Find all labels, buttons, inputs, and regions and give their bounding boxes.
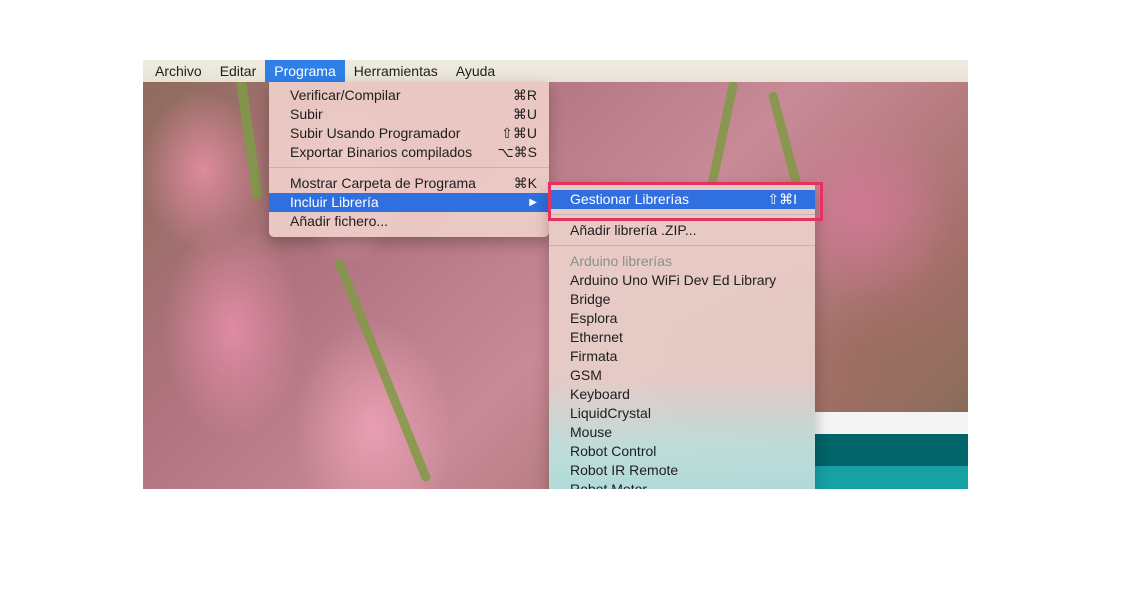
menu-item-subir[interactable]: Subir ⌘U [269, 105, 549, 124]
background-stem [333, 257, 432, 483]
ide-toolbar [815, 466, 968, 489]
library-item[interactable]: Robot Control [549, 442, 815, 461]
incluir-libreria-submenu: Gestionar Librerías ⇧⌘I Añadir librería … [549, 184, 815, 489]
shortcut-label: ⌘K [513, 175, 537, 191]
menu-item-anadir-zip[interactable]: Añadir librería .ZIP... [549, 221, 815, 240]
library-item[interactable]: LiquidCrystal [549, 404, 815, 423]
shortcut-label: ⌥⌘S [497, 144, 537, 160]
menu-item-label: Subir Usando Programador [290, 125, 461, 141]
menu-programa[interactable]: Programa [265, 60, 345, 82]
menu-item-anadir-fichero[interactable]: Añadir fichero... [269, 212, 549, 231]
menu-item-subir-programador[interactable]: Subir Usando Programador ⇧⌘U [269, 124, 549, 143]
library-item[interactable]: Bridge [549, 290, 815, 309]
menu-item-label: Verificar/Compilar [290, 87, 401, 103]
menu-item-label: Exportar Binarios compilados [290, 144, 473, 160]
shortcut-label: ⌘U [512, 106, 537, 122]
menu-ayuda[interactable]: Ayuda [447, 60, 504, 82]
menu-separator [269, 167, 549, 168]
library-item[interactable]: Mouse [549, 423, 815, 442]
library-item[interactable]: Robot IR Remote [549, 461, 815, 480]
menu-separator [549, 245, 815, 246]
menu-archivo[interactable]: Archivo [143, 60, 211, 82]
menu-editar[interactable]: Editar [211, 60, 266, 82]
library-item[interactable]: Robot Motor [549, 480, 815, 489]
menu-item-label: Añadir fichero... [290, 213, 389, 229]
menu-item-exportar[interactable]: Exportar Binarios compilados ⌥⌘S [269, 143, 549, 162]
library-item[interactable]: Keyboard [549, 385, 815, 404]
menu-item-label: Mostrar Carpeta de Programa [290, 175, 476, 191]
menu-herramientas[interactable]: Herramientas [345, 60, 447, 82]
background-stem [706, 80, 739, 190]
screenshot-frame: Archivo Editar Programa Herramientas Ayu… [143, 60, 968, 489]
menu-item-mostrar-carpeta[interactable]: Mostrar Carpeta de Programa ⌘K [269, 174, 549, 193]
library-item[interactable]: Esplora [549, 309, 815, 328]
submenu-arrow-icon: ▶ [529, 197, 537, 208]
ide-toolbar-dark [815, 434, 968, 466]
menu-item-label: Subir [290, 106, 323, 122]
menu-item-label: Añadir librería .ZIP... [570, 222, 697, 238]
programa-menu: Verificar/Compilar ⌘R Subir ⌘U Subir Usa… [269, 82, 549, 237]
menu-section-header: Arduino librerías [570, 253, 672, 269]
shortcut-label: ⌘R [512, 87, 537, 103]
library-item[interactable]: Firmata [549, 347, 815, 366]
library-item[interactable]: GSM [549, 366, 815, 385]
menu-item-verificar[interactable]: Verificar/Compilar ⌘R [269, 86, 549, 105]
menu-bar: Archivo Editar Programa Herramientas Ayu… [143, 60, 968, 82]
menu-item-incluir-libreria[interactable]: Incluir Librería ▶ [269, 193, 549, 212]
library-item[interactable]: Ethernet [549, 328, 815, 347]
annotation-highlight-box [548, 182, 823, 221]
menu-item-label: Incluir Librería [290, 194, 379, 210]
library-item[interactable]: Arduino Uno WiFi Dev Ed Library [549, 271, 815, 290]
shortcut-label: ⇧⌘U [501, 125, 537, 141]
ide-editor-strip [815, 412, 968, 434]
